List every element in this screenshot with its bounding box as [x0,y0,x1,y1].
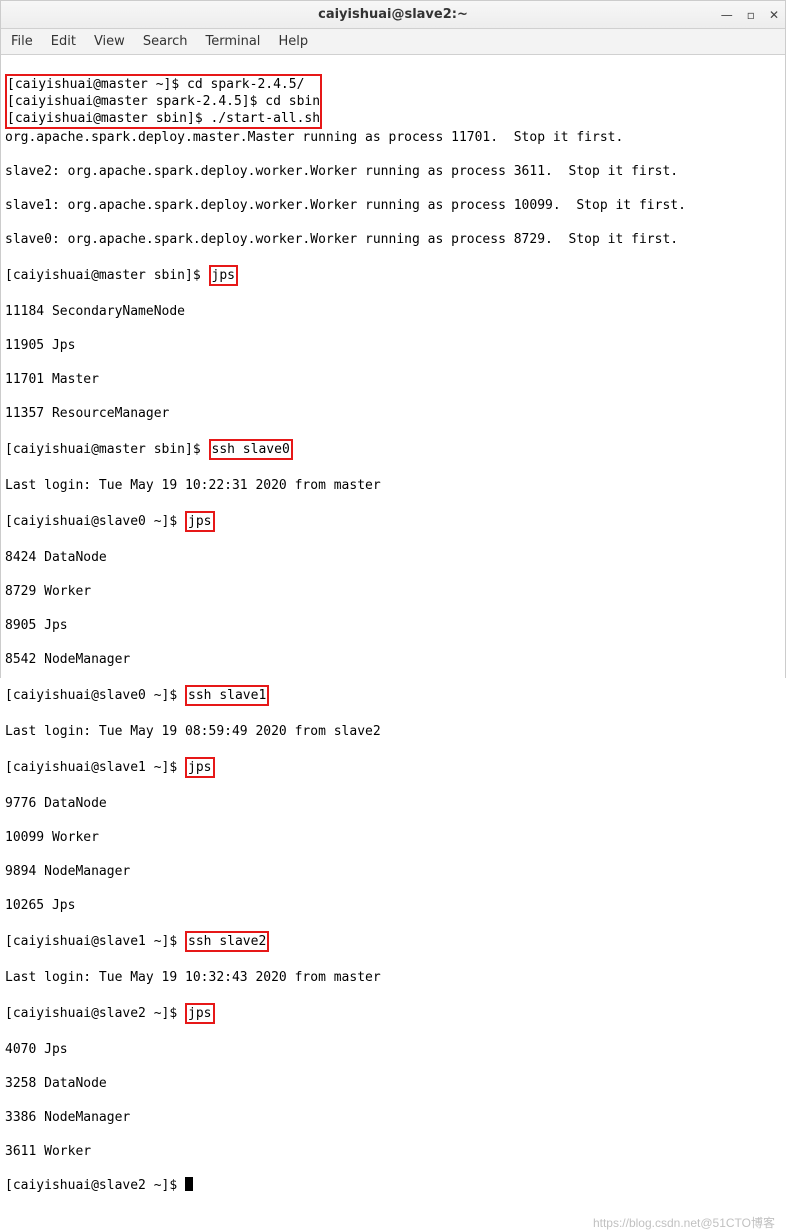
output-line: 8729 Worker [5,583,781,600]
output-line: 11701 Master [5,371,781,388]
output-line: 10099 Worker [5,829,781,846]
highlight-ssh-slave1: ssh slave1 [185,685,269,706]
minimize-button[interactable]: — [721,8,733,22]
prompt: [caiyishuai@slave2 ~]$ [5,1006,185,1021]
command: ./start-all.sh [211,111,321,126]
output-line: slave0: org.apache.spark.deploy.worker.W… [5,231,781,248]
output-line: slave1: org.apache.spark.deploy.worker.W… [5,197,781,214]
maximize-button[interactable]: ▫ [747,8,755,22]
output-line: 3258 DataNode [5,1075,781,1092]
output-line: org.apache.spark.deploy.master.Master ru… [5,129,781,146]
menubar: File Edit View Search Terminal Help [1,29,785,55]
highlight-jps: jps [185,1003,214,1024]
menu-file[interactable]: File [11,34,33,49]
menu-view[interactable]: View [94,34,125,49]
highlight-jps: jps [185,757,214,778]
highlight-ssh-slave0: ssh slave0 [209,439,293,460]
output-line: 8424 DataNode [5,549,781,566]
prompt: [caiyishuai@master sbin]$ [7,111,211,126]
output-line: 3611 Worker [5,1143,781,1160]
prompt: [caiyishuai@master ~]$ [7,77,187,92]
output-line: 3386 NodeManager [5,1109,781,1126]
prompt: [caiyishuai@slave2 ~]$ [5,1178,185,1193]
output-line: 4070 Jps [5,1041,781,1058]
terminal-area[interactable]: [caiyishuai@master ~]$ cd spark-2.4.5/ [c… [1,55,785,1232]
close-button[interactable]: ✕ [769,8,779,22]
prompt: [caiyishuai@master sbin]$ [5,268,209,283]
output-line: 8905 Jps [5,617,781,634]
menu-edit[interactable]: Edit [51,34,76,49]
highlight-jps: jps [185,511,214,532]
output-line: slave2: org.apache.spark.deploy.worker.W… [5,163,781,180]
output-line: 8542 NodeManager [5,651,781,668]
titlebar: caiyishuai@slave2:~ — ▫ ✕ [1,1,785,29]
output-line: 9894 NodeManager [5,863,781,880]
prompt: [caiyishuai@master sbin]$ [5,442,209,457]
watermark-text: https://blog.csdn.net@51CTO博客 [593,1215,775,1232]
prompt: [caiyishuai@master spark-2.4.5]$ [7,94,265,109]
menu-help[interactable]: Help [278,34,308,49]
menu-terminal[interactable]: Terminal [205,34,260,49]
command: cd spark-2.4.5/ [187,77,304,92]
output-line: Last login: Tue May 19 10:22:31 2020 fro… [5,477,781,494]
highlight-box-start-commands: [caiyishuai@master ~]$ cd spark-2.4.5/ [c… [5,74,322,129]
cursor-icon [185,1177,193,1191]
output-line: Last login: Tue May 19 10:32:43 2020 fro… [5,969,781,986]
output-line: 11357 ResourceManager [5,405,781,422]
output-line: 9776 DataNode [5,795,781,812]
prompt: [caiyishuai@slave1 ~]$ [5,934,185,949]
output-line: 11905 Jps [5,337,781,354]
window-title: caiyishuai@slave2:~ [1,7,785,22]
window-controls: — ▫ ✕ [721,8,779,22]
highlight-ssh-slave2: ssh slave2 [185,931,269,952]
command: cd sbin [265,94,320,109]
output-line: Last login: Tue May 19 08:59:49 2020 fro… [5,723,781,740]
prompt: [caiyishuai@slave0 ~]$ [5,514,185,529]
output-line: 11184 SecondaryNameNode [5,303,781,320]
highlight-jps: jps [209,265,238,286]
prompt: [caiyishuai@slave1 ~]$ [5,760,185,775]
menu-search[interactable]: Search [143,34,188,49]
output-line: 10265 Jps [5,897,781,914]
prompt: [caiyishuai@slave0 ~]$ [5,688,185,703]
